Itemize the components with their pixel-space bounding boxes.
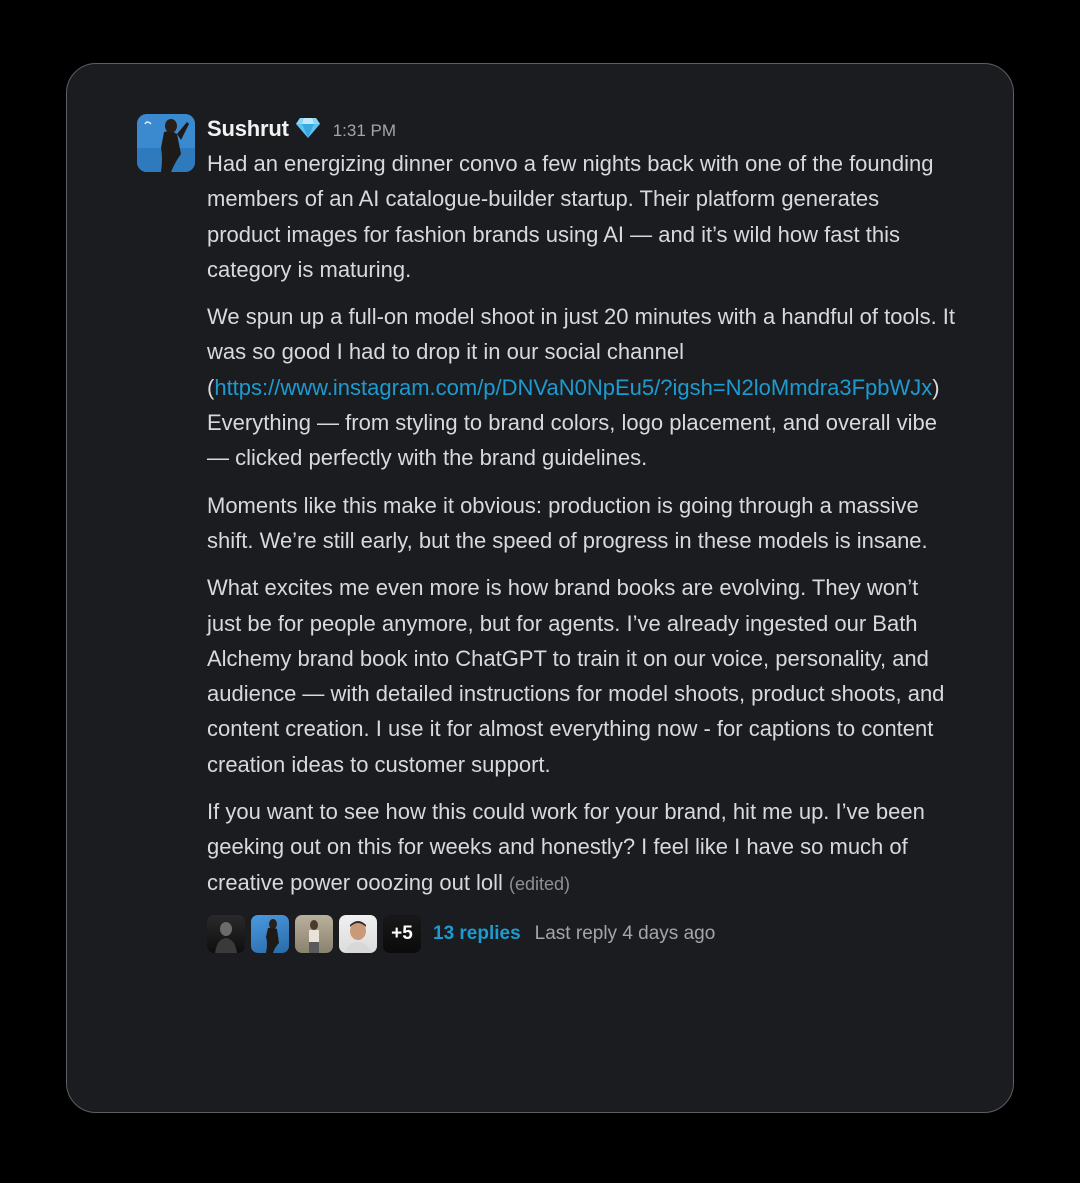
instagram-link[interactable]: https://www.instagram.com/p/DNVaN0NpEu5/… [214,375,932,400]
message-paragraph: What excites me even more is how brand b… [207,575,945,777]
reply-avatar [207,914,245,953]
message-paragraph: We spun up a full-on model shoot in just… [207,299,957,475]
last-reply-time: Last reply 4 days ago [534,922,716,944]
more-replies-count: +5 [383,914,421,953]
replies-link[interactable]: 13 replies [433,923,521,945]
author-name[interactable]: Sushrut [207,116,289,142]
message-timestamp[interactable]: 1:31 PM [333,121,396,141]
reply-avatar-more: +5 [383,914,421,953]
message-card: Sushrut 1:31 PM Had an energizing dinner… [66,63,1014,1113]
author-avatar[interactable] [137,114,195,172]
message-paragraph: Moments like this make it obvious: produ… [207,492,928,553]
thread-summary[interactable]: +5 13 replies Last reply 4 days ago [207,914,957,954]
reply-avatar [295,914,333,953]
gem-icon [295,117,321,139]
message-header: Sushrut 1:31 PM [207,114,957,142]
reply-avatar [339,914,377,953]
message-body: Had an energizing dinner convo a few nig… [207,146,957,902]
message-content: Sushrut 1:31 PM Had an energizing dinner… [207,114,957,954]
message-paragraph: If you want to see how this could work f… [207,794,957,902]
edited-label: (edited) [508,873,570,894]
reply-avatar [251,914,289,953]
message-paragraph: Had an energizing dinner convo a few nig… [207,151,934,282]
